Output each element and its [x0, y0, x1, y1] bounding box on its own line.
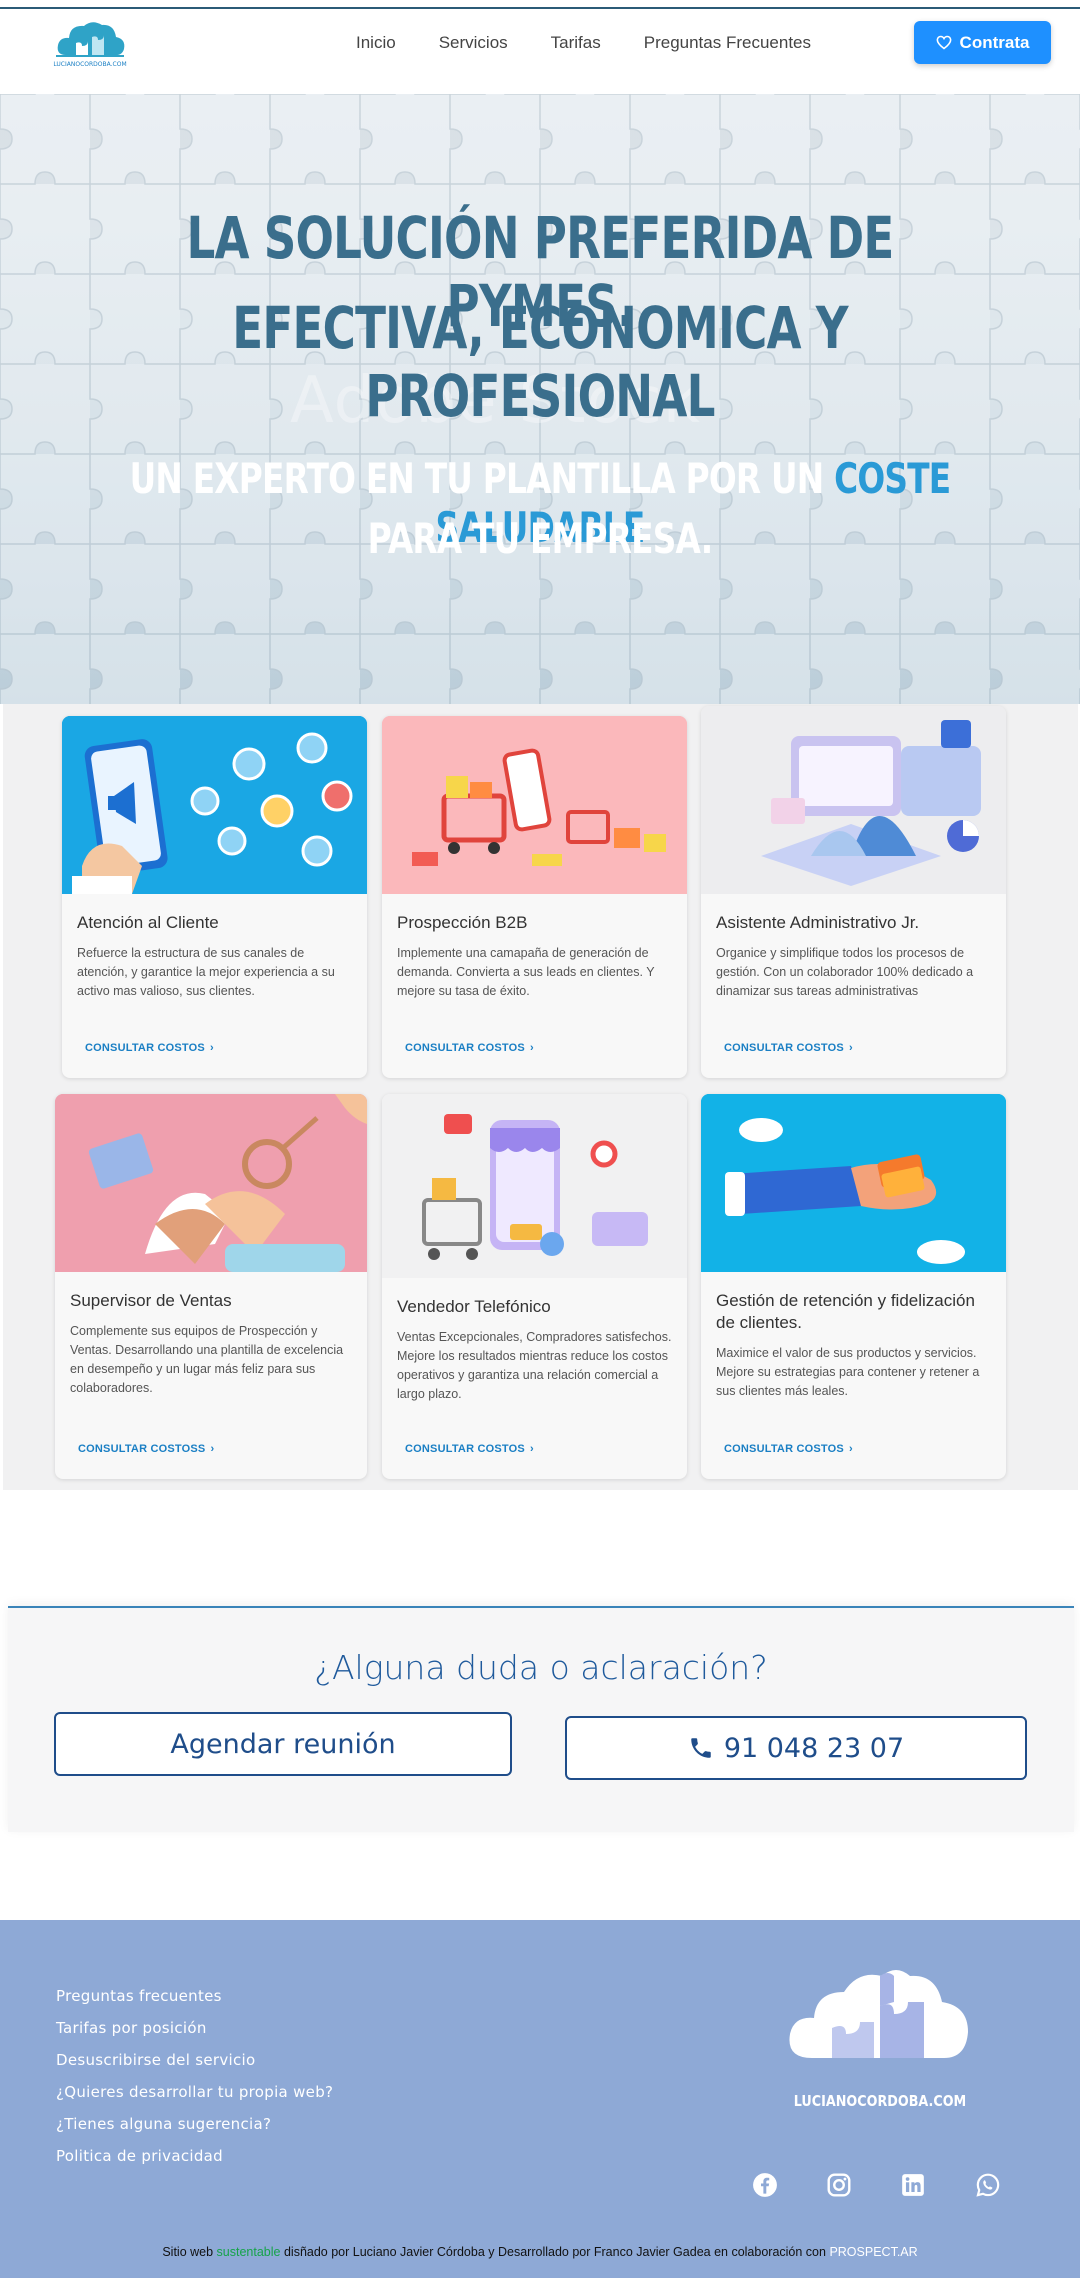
- phone-icon: [691, 1738, 711, 1758]
- link-label: CONSULTAR COSTOSS: [78, 1443, 206, 1455]
- services-section: Atención al Cliente Refuerce la estructu…: [3, 704, 1078, 1490]
- service-description: Refuerce la estructura de sus canales de…: [77, 946, 335, 998]
- service-card-atencion[interactable]: Atención al Cliente Refuerce la estructu…: [62, 716, 367, 1078]
- footer-credits: Sitio web sustentable disñado por Lucian…: [0, 2245, 1080, 2259]
- agendar-reunion-label: Agendar reunión: [170, 1728, 396, 1760]
- linkedin-icon[interactable]: [900, 2172, 926, 2198]
- chevron-right-icon: ›: [209, 1042, 214, 1054]
- link-label: CONSULTAR COSTOS: [724, 1443, 844, 1455]
- phone-number: 91 048 23 07: [723, 1732, 905, 1764]
- heart-icon: [936, 35, 952, 50]
- service-title: Prospección B2B: [397, 913, 528, 932]
- service-description: Complemente sus equipos de Prospección y…: [70, 1324, 344, 1395]
- chevron-right-icon: ›: [210, 1443, 215, 1455]
- hero-subtitle-line2: PARA TU EMPRESA.: [367, 514, 714, 563]
- footer-link-desarrollar-web[interactable]: ¿Quieres desarrollar tu propia web?: [56, 2076, 333, 2108]
- service-image: [701, 1094, 1006, 1272]
- nav-item-inicio[interactable]: Inicio: [356, 31, 396, 55]
- service-image: [382, 716, 687, 894]
- credits-prospect-link[interactable]: PROSPECT.AR: [829, 2245, 917, 2259]
- teamwork-hands-illustration: [55, 1094, 367, 1272]
- service-title: Supervisor de Ventas: [70, 1291, 232, 1310]
- footer-link-privacidad[interactable]: Politica de privacidad: [56, 2140, 333, 2172]
- nav-item-preguntas-frecuentes[interactable]: Preguntas Frecuentes: [644, 31, 811, 55]
- footer-links: Preguntas frecuentes Tarifas por posició…: [56, 1980, 333, 2172]
- contrata-button[interactable]: Contrata: [914, 21, 1051, 64]
- footer-logo-text: LUCIANOCORDOBA.COM: [793, 2092, 967, 2110]
- service-card-prospeccion[interactable]: Prospección B2B Implemente una camapaña …: [382, 716, 687, 1078]
- service-description: Organice y simplifique todos los proceso…: [716, 946, 974, 998]
- footer-link-desuscribirse[interactable]: Desuscribirse del servicio: [56, 2044, 333, 2076]
- nav-item-servicios[interactable]: Servicios: [439, 31, 508, 55]
- consultar-costos-link[interactable]: CONSULTAR COSTOS ›: [724, 1042, 853, 1054]
- megaphone-phone-illustration: [62, 716, 367, 894]
- nav-item-tarifas[interactable]: Tarifas: [551, 31, 601, 55]
- credits-sustentable-link[interactable]: sustentable: [217, 2245, 281, 2259]
- contact-section: ¿Alguna duda o aclaración? Agendar reuni…: [8, 1606, 1074, 1832]
- consultar-costos-link[interactable]: CONSULTAR COSTOSS ›: [78, 1443, 214, 1455]
- service-description: Ventas Excepcionales, Compradores satisf…: [397, 1330, 672, 1401]
- link-label: CONSULTAR COSTOS: [405, 1042, 525, 1054]
- hand-with-card-illustration: [701, 1094, 1006, 1272]
- consultar-costos-link[interactable]: CONSULTAR COSTOS ›: [724, 1443, 853, 1455]
- chevron-right-icon: ›: [848, 1443, 853, 1455]
- link-label: CONSULTAR COSTOS: [724, 1042, 844, 1054]
- chevron-right-icon: ›: [848, 1042, 853, 1054]
- mobile-store-illustration: [382, 1094, 687, 1278]
- service-title: Gestión de retención y fidelización de c…: [716, 1291, 975, 1332]
- agendar-reunion-button[interactable]: Agendar reunión: [54, 1712, 512, 1776]
- site-header: LUCIANOCORDOBA.COM Inicio Servicios Tari…: [0, 9, 1080, 94]
- service-description: Maximice el valor de sus productos y ser…: [716, 1346, 980, 1398]
- service-card-supervisor[interactable]: Supervisor de Ventas Complemente sus equ…: [55, 1094, 367, 1479]
- site-footer: Preguntas frecuentes Tarifas por posició…: [0, 1920, 1080, 2278]
- phone-button[interactable]: 91 048 23 07: [565, 1716, 1027, 1780]
- service-image: [55, 1094, 367, 1272]
- consultar-costos-link[interactable]: CONSULTAR COSTOS ›: [85, 1042, 214, 1054]
- hero-title-line2: EFECTIVA, ECONOMICA Y PROFESIONAL: [232, 294, 848, 430]
- consultar-costos-link[interactable]: CONSULTAR COSTOS ›: [405, 1042, 534, 1054]
- contact-title: ¿Alguna duda o aclaración?: [314, 1648, 768, 1687]
- service-image: [62, 716, 367, 894]
- link-label: CONSULTAR COSTOS: [85, 1042, 205, 1054]
- logo-text: LUCIANOCORDOBA.COM: [53, 61, 127, 68]
- credits-text-a: Sitio web: [162, 2245, 214, 2259]
- service-title: Asistente Administrativo Jr.: [716, 913, 920, 932]
- service-title: Atención al Cliente: [77, 913, 219, 932]
- page: LUCIANOCORDOBA.COM Inicio Servicios Tari…: [0, 0, 1080, 2278]
- hero-subtitle-text: UN EXPERTO EN TU PLANTILLA POR UN: [129, 454, 825, 503]
- footer-link-tarifas[interactable]: Tarifas por posición: [56, 2012, 333, 2044]
- service-card-vendedor[interactable]: Vendedor Telefónico Ventas Excepcionales…: [382, 1094, 687, 1479]
- service-image: [382, 1094, 687, 1278]
- whatsapp-icon[interactable]: [975, 2172, 1001, 2198]
- service-card-asistente[interactable]: Asistente Administrativo Jr. Organice y …: [701, 706, 1006, 1078]
- link-label: CONSULTAR COSTOS: [405, 1443, 525, 1455]
- main-nav: Inicio Servicios Tarifas Preguntas Frecu…: [356, 31, 854, 55]
- service-description: Implemente una camapaña de generación de…: [397, 946, 655, 998]
- chevron-right-icon: ›: [529, 1042, 534, 1054]
- credits-text-c: disñado por Luciano Javier Córdoba y Des…: [283, 2245, 826, 2259]
- instagram-icon[interactable]: [826, 2172, 852, 2198]
- chevron-right-icon: ›: [529, 1443, 534, 1455]
- footer-logo-icon[interactable]: [784, 1962, 974, 2072]
- contrata-label: Contrata: [959, 32, 1030, 52]
- service-card-retencion[interactable]: Gestión de retención y fidelización de c…: [701, 1094, 1006, 1479]
- service-image: [701, 706, 1006, 894]
- shopping-carts-illustration: [382, 716, 687, 894]
- footer-link-faq[interactable]: Preguntas frecuentes: [56, 1980, 333, 2012]
- dashboard-illustration: [701, 706, 1006, 894]
- hero-banner: Adobe Stock LA SOLUCIÓN PREFERIDA DE PYM…: [0, 94, 1080, 704]
- service-title: Vendedor Telefónico: [397, 1297, 551, 1316]
- consultar-costos-link[interactable]: CONSULTAR COSTOS ›: [405, 1443, 534, 1455]
- footer-link-sugerencia[interactable]: ¿Tienes alguna sugerencia?: [56, 2108, 333, 2140]
- facebook-icon[interactable]: [752, 2172, 778, 2198]
